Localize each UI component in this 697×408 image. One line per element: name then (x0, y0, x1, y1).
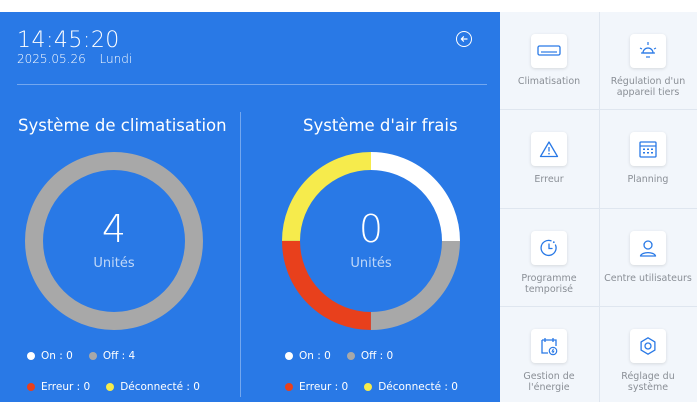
clock-time: 14:45:20 (17, 28, 120, 53)
on-dot-icon (285, 352, 293, 360)
ac-legend-row-1: On : 0 Off : 4 (27, 350, 135, 362)
user-icon (630, 231, 666, 265)
error-dot-icon (27, 383, 35, 391)
warning-icon (531, 132, 567, 166)
fresh-air-unit-label: Unités (350, 256, 392, 271)
off-dot-icon (346, 352, 355, 360)
ac-unit-count: 4 (101, 207, 127, 251)
clock-icon (531, 231, 567, 265)
air-conditioner-icon (531, 34, 567, 68)
gear-icon (630, 329, 666, 363)
calendar-icon (630, 132, 666, 166)
menu-label-timer: Programme temporisé (521, 273, 577, 295)
lightbulb-icon (630, 34, 666, 68)
menu-tile-third-party[interactable]: Régulation d'un appareil tiers (599, 12, 697, 110)
fresh-air-system-title: Système d'air frais (303, 116, 458, 135)
fresh-air-unit-count: 0 (358, 207, 384, 251)
fresh-air-legend-row-2: Erreur : 0 Déconnecté : 0 (285, 381, 458, 393)
fresh-air-legend-disconnected: Déconnecté : 0 (378, 381, 458, 393)
menu-tile-energy[interactable]: Gestion de l'énergie (500, 307, 598, 405)
fresh-air-legend-error: Erreur : 0 (299, 381, 349, 393)
menu-label-climatisation: Climatisation (517, 76, 581, 87)
fresh-air-legend-on: On : 0 (299, 350, 331, 362)
menu-label-planning: Planning (627, 174, 669, 185)
menu-tile-settings[interactable]: Réglage du système (599, 307, 697, 405)
dashboard-panel: 14:45:20 2025.05.26 Lundi Système de cli… (0, 12, 500, 402)
menu-label-settings: Réglage du système (621, 371, 675, 393)
ac-legend-disconnected: Déconnecté : 0 (120, 381, 200, 393)
menu-tile-planning[interactable]: Planning (599, 110, 697, 208)
off-dot-icon (88, 352, 97, 360)
fresh-air-legend-row-1: On : 0 Off : 0 (285, 350, 393, 362)
ac-legend-error: Erreur : 0 (41, 381, 91, 393)
menu-label-error: Erreur (534, 174, 564, 185)
ac-system-title: Système de climatisation (18, 116, 227, 135)
header-divider (17, 84, 487, 85)
clock-date: 2025.05.26 Lundi (17, 52, 132, 66)
system-divider (240, 112, 241, 397)
exit-arrow-icon (460, 36, 468, 42)
disconnected-dot-icon (106, 383, 115, 391)
on-dot-icon (27, 352, 35, 360)
menu-tile-timer[interactable]: Programme temporisé (500, 209, 598, 307)
date-value: 2025.05.26 (17, 52, 86, 66)
weekday-value: Lundi (99, 52, 133, 66)
ac-legend-off: Off : 4 (102, 350, 136, 362)
menu-tile-users[interactable]: Centre utilisateurs (599, 209, 697, 307)
fresh-air-legend-off: Off : 0 (360, 350, 394, 362)
menu-label-third-party: Régulation d'un appareil tiers (610, 76, 686, 98)
function-menu-grid: Climatisation Régulation d'un appareil t… (500, 12, 697, 402)
exit-button[interactable] (456, 31, 472, 47)
menu-label-users: Centre utilisateurs (604, 273, 692, 284)
menu-tile-error[interactable]: Erreur (500, 110, 598, 208)
ac-legend-row-2: Erreur : 0 Déconnecté : 0 (27, 381, 200, 393)
menu-tile-climatisation[interactable]: Climatisation (500, 12, 598, 110)
disconnected-dot-icon (364, 383, 373, 391)
ac-unit-label: Unités (93, 256, 135, 271)
error-dot-icon (285, 383, 293, 391)
ac-legend-on: On : 0 (41, 350, 73, 362)
menu-label-energy: Gestion de l'énergie (523, 371, 575, 393)
energy-calendar-icon (531, 329, 567, 363)
